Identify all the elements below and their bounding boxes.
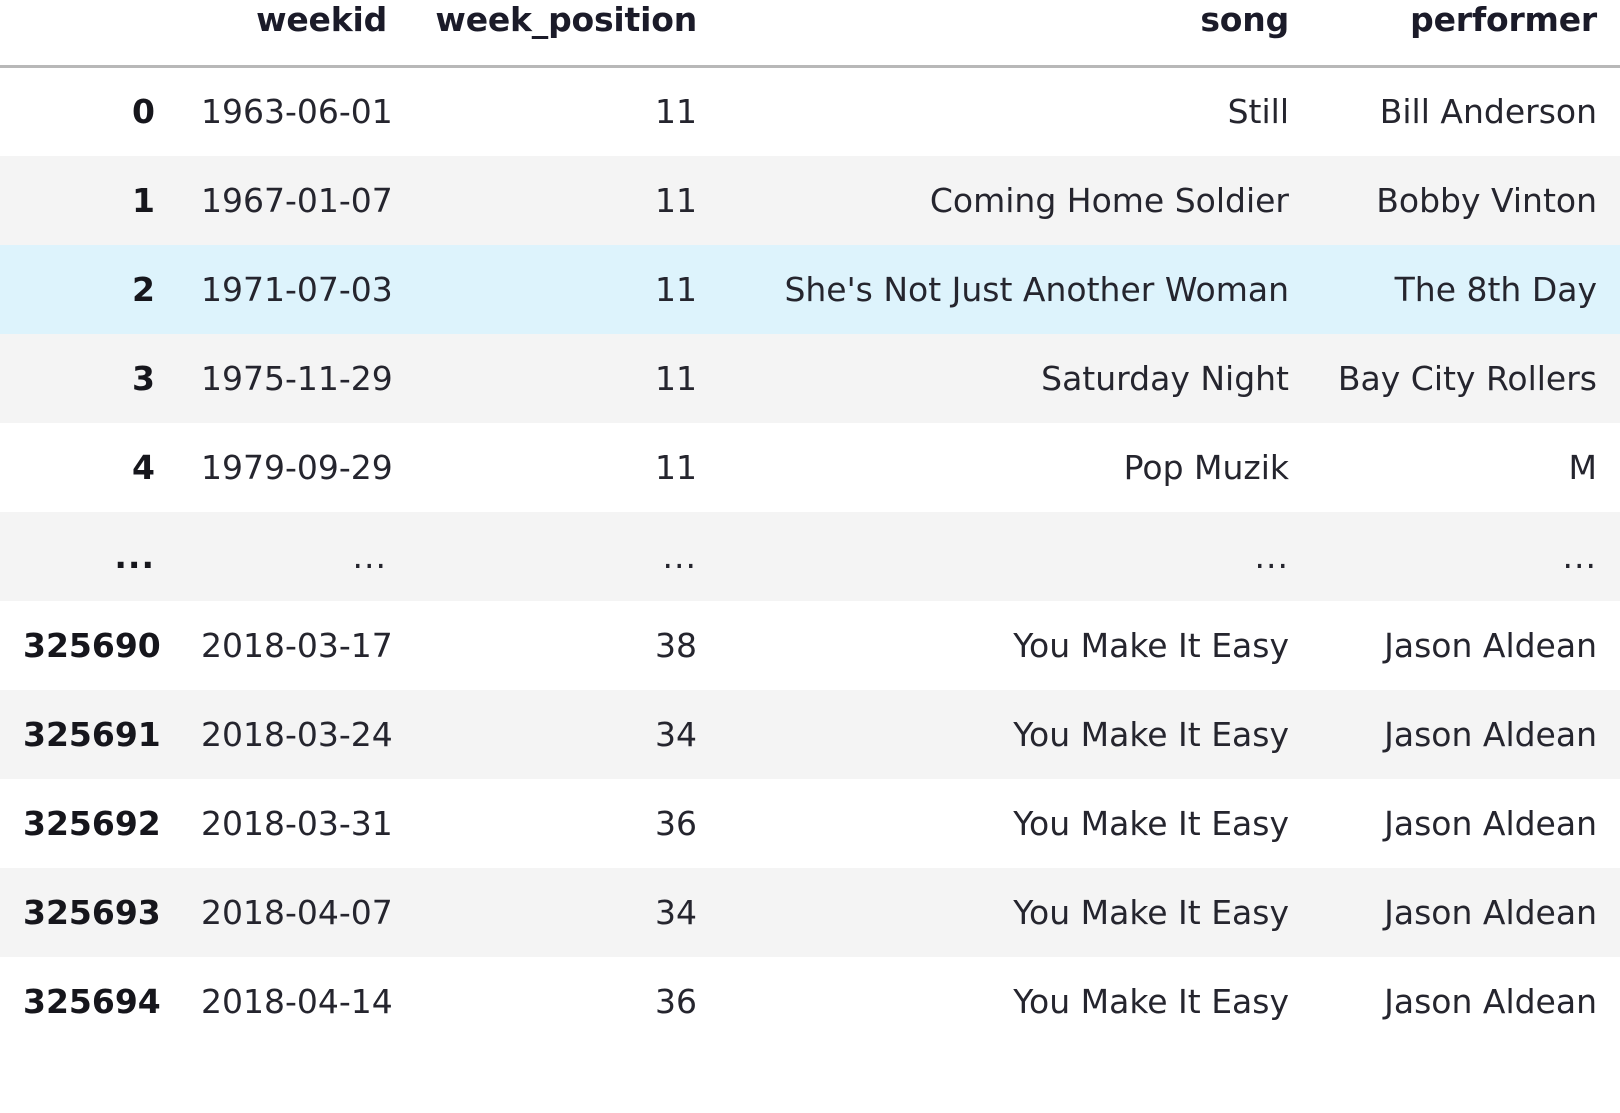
table-row: 3 1975-11-29 11 Saturday Night Bay City Roll… — [0, 333, 1620, 423]
cell-performer: Jason Aldean — [1384, 714, 1597, 754]
cell-weekid: 2018-03-31 — [201, 803, 393, 843]
cell-song: Still — [1227, 92, 1289, 132]
cell-weekid: 1975-11-29 — [201, 358, 393, 398]
cell-performer: Bill Anderson — [1379, 92, 1597, 132]
column-header-week-position: week_position — [435, 0, 697, 39]
cell-weekid: 2018-03-24 — [201, 714, 393, 754]
cell-song: ... — [1254, 536, 1289, 576]
dataframe-table: weekid week_position song performer 0 196… — [0, 0, 1620, 1046]
table-row: 4 1979-09-29 11 Pop Muzik M — [0, 422, 1620, 512]
cell-performer: Bobby Vinton — [1376, 180, 1597, 220]
cell-performer: M — [1568, 447, 1597, 487]
row-index-cell: 325690 — [23, 625, 161, 665]
cell-performer: Jason Aldean — [1384, 625, 1597, 665]
cell-performer: Bay City Rollers — [1337, 358, 1597, 398]
cell-week-position: ... — [662, 536, 697, 576]
dataframe-container: weekid week_position song performer 0 196… — [0, 0, 1620, 1113]
cell-week-position: 38 — [655, 625, 697, 665]
cell-song: You Make It Easy — [1013, 625, 1289, 665]
table-row: 325694 2018-04-14 36 You Make It Easy Jason … — [0, 956, 1620, 1046]
cell-performer: ... — [1562, 536, 1597, 576]
cell-weekid: ... — [352, 536, 387, 576]
cell-week-position: 34 — [655, 892, 697, 932]
row-index-cell: 1 — [132, 180, 155, 220]
cell-week-position: 11 — [655, 358, 697, 398]
cell-weekid: 1979-09-29 — [201, 447, 393, 487]
cell-song: You Make It Easy — [1013, 803, 1289, 843]
table-row: 325692 2018-03-31 36 You Make It Easy Jason … — [0, 778, 1620, 868]
column-header-performer: performer — [1410, 0, 1597, 39]
row-index-cell: 325691 — [23, 714, 161, 754]
row-index-cell: 4 — [132, 447, 155, 487]
cell-week-position: 11 — [655, 92, 697, 132]
table-row: 2 1971-07-03 11 She's Not Just Another Woma… — [0, 244, 1620, 334]
table-body: 0 1963-06-01 11 Still Bill Anderson 1 1967-01-… — [0, 66, 1620, 1046]
row-index-cell: 2 — [132, 269, 155, 309]
column-header-song: song — [1200, 0, 1289, 39]
cell-song: You Make It Easy — [1013, 981, 1289, 1021]
table-row-ellipsis: ............... — [0, 511, 1620, 601]
cell-performer: Jason Aldean — [1384, 981, 1597, 1021]
cell-weekid: 1963-06-01 — [201, 92, 393, 132]
cell-weekid: 1967-01-07 — [201, 180, 393, 220]
cell-week-position: 36 — [655, 981, 697, 1021]
row-index-cell: 325693 — [23, 892, 161, 932]
column-header-index — [0, 0, 178, 67]
row-index-cell: ... — [114, 536, 155, 576]
cell-weekid: 1971-07-03 — [201, 269, 393, 309]
row-index-cell: 325694 — [23, 981, 161, 1021]
cell-week-position: 34 — [655, 714, 697, 754]
table-row: 1 1967-01-07 11 Coming Home Soldier Bobby Vi… — [0, 155, 1620, 245]
row-index-cell: 3 — [132, 358, 155, 398]
table-row: 325690 2018-03-17 38 You Make It Easy Jason … — [0, 600, 1620, 690]
table-row: 325693 2018-04-07 34 You Make It Easy Jason … — [0, 867, 1620, 957]
table-row: 325691 2018-03-24 34 You Make It Easy Jason … — [0, 689, 1620, 779]
cell-song: You Make It Easy — [1013, 892, 1289, 932]
cell-week-position: 11 — [655, 269, 697, 309]
cell-song: You Make It Easy — [1013, 714, 1289, 754]
cell-week-position: 11 — [655, 180, 697, 220]
cell-performer: The 8th Day — [1394, 269, 1597, 309]
cell-performer: Jason Aldean — [1384, 892, 1597, 932]
cell-song: Pop Muzik — [1123, 447, 1289, 487]
cell-song: Saturday Night — [1041, 358, 1289, 398]
table-header: weekid week_position song performer — [0, 0, 1620, 67]
cell-week-position: 11 — [655, 447, 697, 487]
cell-song: Coming Home Soldier — [929, 180, 1289, 220]
cell-song: She's Not Just Another Woman — [784, 269, 1289, 309]
cell-weekid: 2018-04-14 — [201, 981, 393, 1021]
row-index-cell: 0 — [132, 92, 155, 132]
cell-week-position: 36 — [655, 803, 697, 843]
cell-performer: Jason Aldean — [1384, 803, 1597, 843]
table-row: 0 1963-06-01 11 Still Bill Anderson — [0, 66, 1620, 156]
header-row: weekid week_position song performer — [0, 0, 1620, 67]
cell-weekid: 2018-03-17 — [201, 625, 393, 665]
row-index-cell: 325692 — [23, 803, 161, 843]
cell-weekid: 2018-04-07 — [201, 892, 393, 932]
column-header-weekid: weekid — [256, 0, 387, 39]
